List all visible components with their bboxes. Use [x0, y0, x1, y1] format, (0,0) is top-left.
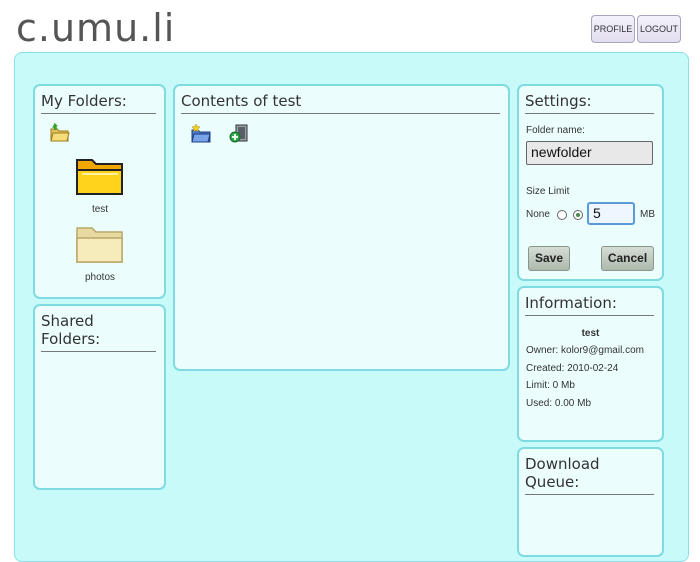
custom-limit-radio[interactable] — [573, 210, 583, 220]
size-limit-label: Size Limit — [526, 186, 570, 197]
info-folder-name: test — [581, 328, 600, 339]
information-panel: Information: test Owner: kolor9@gmail.co… — [517, 286, 664, 442]
folder-item-photos[interactable]: photos — [60, 222, 140, 283]
new-subfolder-icon[interactable] — [190, 123, 212, 145]
contents-panel: Contents of test — [173, 84, 510, 371]
upload-file-icon[interactable] — [228, 122, 250, 144]
folder-label-test: test — [91, 204, 109, 215]
contents-title: Contents of test — [181, 92, 500, 114]
size-unit-label: MB — [640, 209, 655, 220]
none-radio[interactable] — [557, 210, 567, 220]
download-queue-panel: Download Queue: — [517, 447, 664, 557]
my-folders-panel: My Folders: test photos — [33, 84, 166, 299]
logout-button[interactable]: LOGOUT — [637, 15, 681, 43]
save-button[interactable]: Save — [528, 246, 570, 271]
folder-open-icon — [76, 159, 123, 195]
settings-title: Settings: — [525, 92, 654, 114]
app-logo: c.umu.li — [16, 6, 176, 50]
shared-folders-title: Shared Folders: — [41, 312, 156, 352]
info-owner: Owner: kolor9@gmail.com — [526, 345, 644, 356]
info-limit: Limit: 0 Mb — [526, 380, 575, 391]
info-used: Used: 0.00 Mb — [526, 398, 592, 409]
information-title: Information: — [525, 294, 654, 316]
folder-name-label: Folder name: — [526, 125, 585, 136]
download-queue-title: Download Queue: — [525, 455, 654, 495]
info-created: Created: 2010-02-24 — [526, 363, 619, 374]
folder-icon — [76, 227, 123, 263]
profile-button[interactable]: PROFILE — [591, 15, 635, 43]
folder-item-test[interactable]: test — [60, 154, 140, 215]
my-folders-title: My Folders: — [41, 92, 156, 114]
settings-panel: Settings: Folder name: newfolder Size Li… — [517, 84, 664, 281]
size-limit-input[interactable]: 5 — [587, 202, 635, 225]
new-folder-icon[interactable] — [49, 122, 71, 144]
cancel-button[interactable]: Cancel — [601, 246, 654, 271]
shared-folders-panel: Shared Folders: — [33, 304, 166, 490]
none-label: None — [526, 209, 550, 220]
folder-name-input[interactable]: newfolder — [526, 141, 653, 165]
folder-label-photos: photos — [84, 272, 116, 283]
